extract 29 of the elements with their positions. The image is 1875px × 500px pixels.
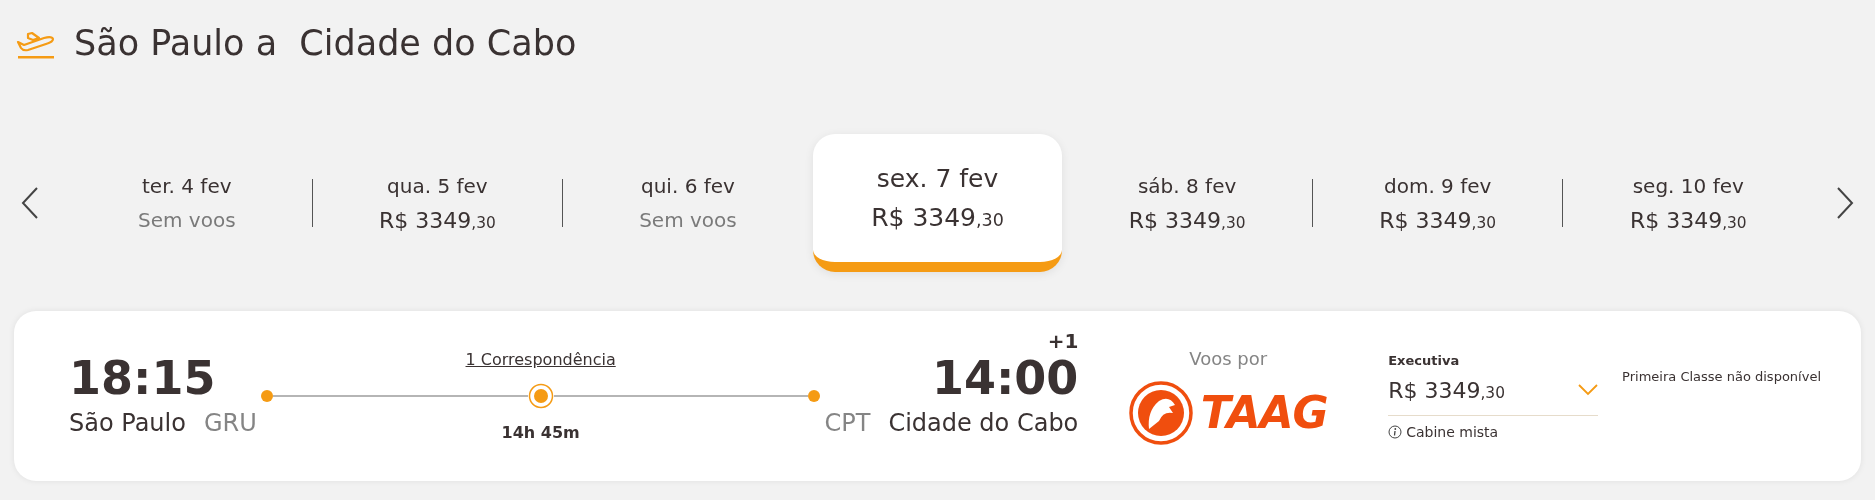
stops-link[interactable]: 1 Correspondência [465,350,616,369]
date-tab[interactable]: ter. 4 fev Sem voos [62,153,312,253]
day-offset: +1 [1047,329,1079,353]
fare-dropdown[interactable]: R$ 3349,30 [1388,367,1599,416]
cabin-label: Executiva [1388,352,1461,368]
origin-dot [260,390,273,402]
date-tab[interactable]: qua. 5 fev R$ 3349,30 [312,153,563,253]
route-title: São Paulo a Cidade do Cabo [74,23,577,63]
departure-time: 18:15 [69,355,216,401]
date-tab[interactable]: dom. 9 fev R$ 3349,30 [1312,153,1563,253]
departure-city: São Paulo [69,409,186,437]
airline-caption: Voos por [1189,347,1268,369]
airline-logo-text: TAAG [1200,387,1328,438]
chevron-down-icon [1578,384,1599,396]
date-tab[interactable]: qui. 6 fev Sem voos [563,153,813,253]
stop-icon [527,383,554,409]
duration: 14h 45m [501,423,580,442]
first-class-status: Primeira Classe não disponível [1622,369,1821,384]
airport-code: GRU [203,409,257,437]
airport-code: CPT [824,409,871,437]
destination-dot [808,390,821,402]
arrival-city: Cidade do Cabo [888,409,1079,437]
info-icon [1388,424,1403,439]
date-tab[interactable]: sáb. 8 fev R$ 3349,30 [1062,153,1312,253]
bird-emblem-icon [1128,380,1193,445]
date-tab[interactable]: sex. 7 fev R$ 3349,30 [812,134,1063,272]
arrival-time: 14:00 [931,355,1079,401]
date-tab[interactable]: seg. 10 fev R$ 3349,30 [1563,153,1814,253]
cabin-note: Cabine mista [1406,423,1499,440]
